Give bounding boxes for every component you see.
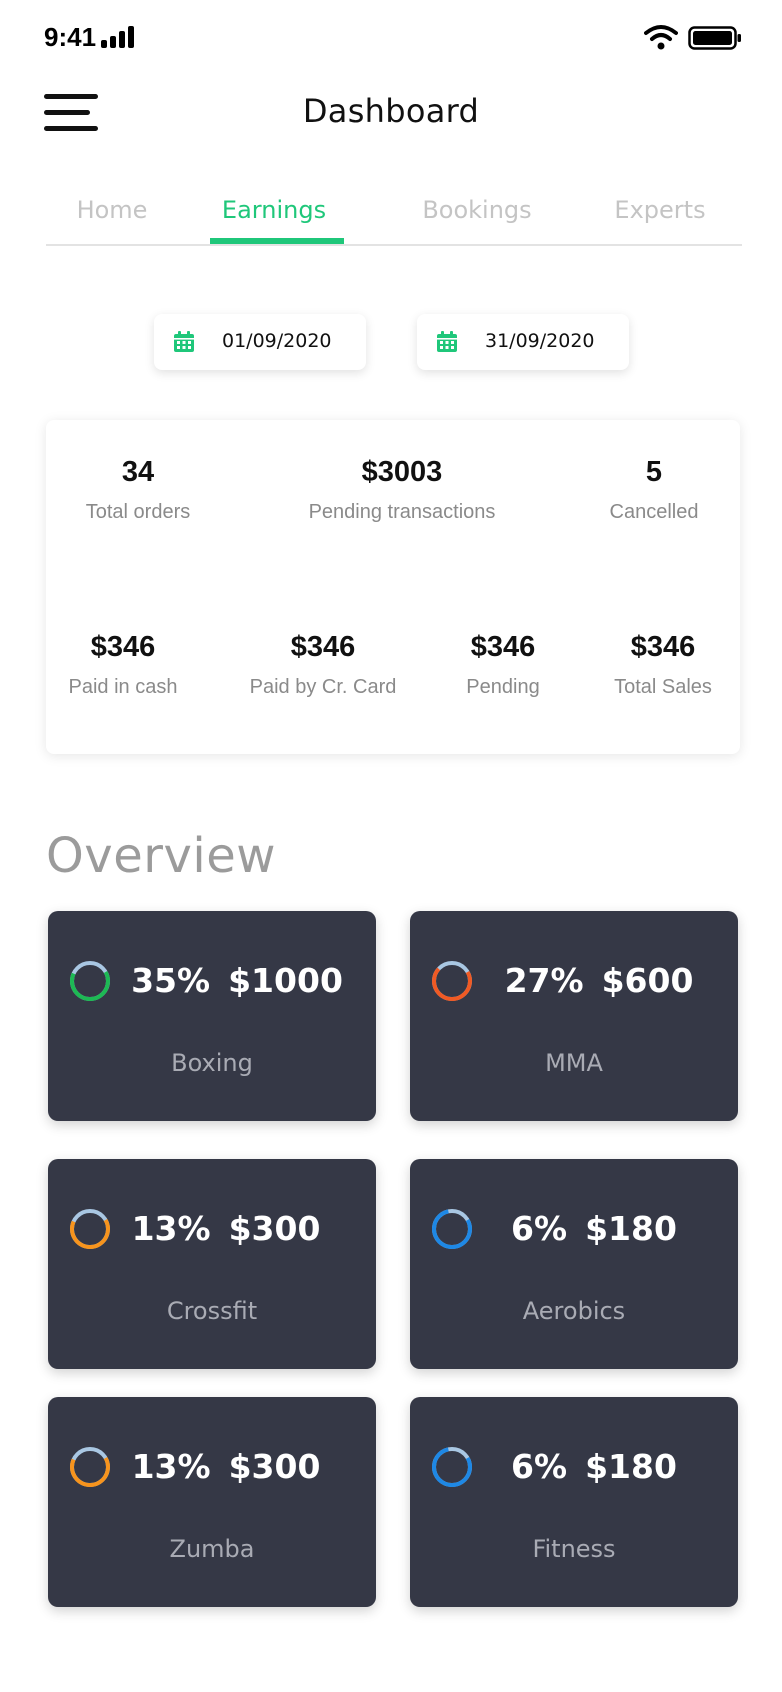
tab-bar: Home Earnings Bookings Experts (46, 190, 742, 246)
tab-experts[interactable]: Experts (614, 196, 705, 224)
stat-cancelled: 5 Cancelled (544, 456, 764, 524)
start-date-value: 01/09/2020 (222, 330, 332, 352)
calendar-icon (174, 331, 194, 352)
page-title: Dashboard (302, 92, 480, 130)
overview-card-zumba[interactable]: 13% $300 Zumba (48, 1397, 376, 1607)
stat-label: Pending transactions (308, 501, 496, 523)
stat-value: 34 (121, 456, 155, 488)
earnings-summary-card: 34 Total orders $3003 Pending transactio… (46, 420, 740, 754)
stat-label: Total Sales (614, 676, 712, 698)
overview-amount: $300 (228, 1447, 321, 1486)
cellular-signal-icon (101, 26, 137, 48)
overview-heading: Overview (46, 828, 276, 884)
overview-percent: 27% (504, 961, 584, 1000)
overview-percent: 13% (131, 1209, 211, 1248)
battery-icon (688, 26, 741, 50)
overview-card-aerobics[interactable]: 6% $180 Aerobics (410, 1159, 738, 1369)
calendar-icon (437, 331, 457, 352)
stat-paid-in-cash: $346 Paid in cash (13, 631, 233, 699)
overview-percent: 35% (131, 961, 211, 1000)
stat-value: $346 (90, 631, 156, 663)
overview-category-label: Boxing (171, 1049, 253, 1077)
overview-percent: 6% (511, 1447, 568, 1486)
tab-earnings[interactable]: Earnings (222, 196, 326, 224)
overview-category-label: Zumba (169, 1535, 255, 1563)
overview-amount: $180 (585, 1209, 677, 1248)
overview-category-label: MMA (545, 1049, 603, 1077)
stat-value: $3003 (361, 456, 443, 488)
stat-value: $346 (630, 631, 696, 663)
overview-card-crossfit[interactable]: 13% $300 Crossfit (48, 1159, 376, 1369)
status-time: 9:41 (44, 22, 97, 52)
stat-label: Paid in cash (68, 676, 178, 698)
start-date-picker[interactable]: 01/09/2020 (154, 314, 366, 370)
overview-amount: $300 (228, 1209, 321, 1248)
stat-pending-transactions: $3003 Pending transactions (292, 456, 512, 524)
overview-card-fitness[interactable]: 6% $180 Fitness (410, 1397, 738, 1607)
stat-label: Cancelled (609, 501, 699, 523)
overview-percent: 13% (131, 1447, 211, 1486)
overview-card-boxing[interactable]: 35% $1000 Boxing (48, 911, 376, 1121)
stat-value: 5 (645, 456, 663, 488)
end-date-value: 31/09/2020 (485, 330, 595, 352)
stat-label: Total orders (85, 501, 191, 523)
overview-amount: $600 (601, 961, 694, 1000)
tab-home[interactable]: Home (77, 196, 148, 224)
stat-total-sales: $346 Total Sales (553, 631, 773, 699)
overview-card-mma[interactable]: 27% $600 MMA (410, 911, 738, 1121)
overview-category-label: Fitness (532, 1535, 616, 1563)
overview-amount: $1000 (228, 961, 343, 1000)
tab-bookings[interactable]: Bookings (422, 196, 531, 224)
overview-percent: 6% (511, 1209, 568, 1248)
overview-category-label: Aerobics (522, 1297, 626, 1325)
end-date-picker[interactable]: 31/09/2020 (417, 314, 629, 370)
overview-category-label: Crossfit (166, 1297, 258, 1325)
active-tab-indicator (210, 238, 344, 244)
stat-total-orders: 34 Total orders (28, 456, 248, 524)
wifi-icon (644, 25, 678, 50)
overview-amount: $180 (585, 1447, 677, 1486)
